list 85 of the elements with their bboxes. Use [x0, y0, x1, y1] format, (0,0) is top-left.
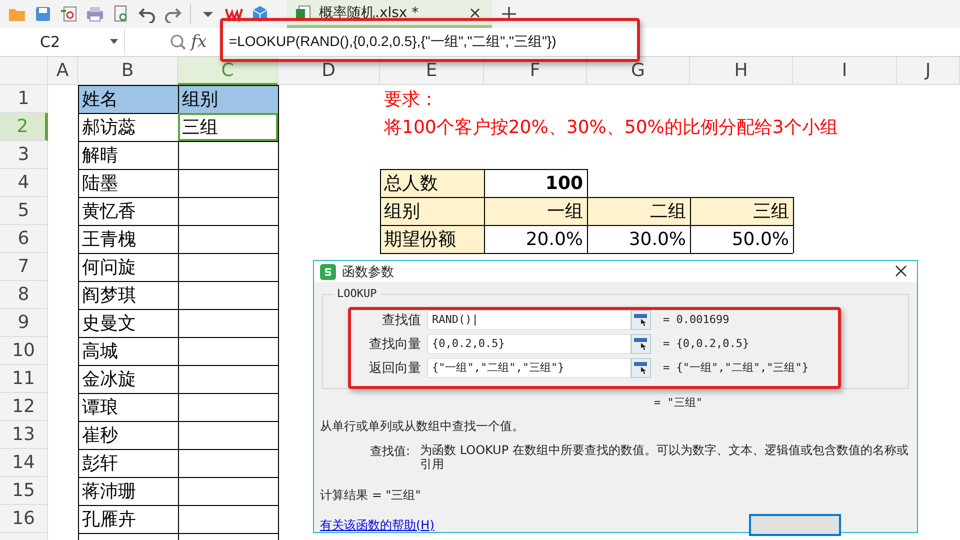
- print-icon[interactable]: [86, 5, 104, 23]
- row-header[interactable]: 5: [0, 197, 48, 225]
- dialog-button[interactable]: [749, 514, 841, 536]
- range-select-icon: [634, 362, 648, 374]
- argument-label: 查找值: [381, 312, 422, 328]
- column-header[interactable]: G: [587, 57, 690, 85]
- help-link[interactable]: 有关该函数的帮助(H): [320, 516, 434, 534]
- collapse-button[interactable]: [631, 358, 651, 378]
- row-header[interactable]: 3: [0, 141, 48, 169]
- column-header[interactable]: H: [690, 57, 793, 85]
- caret-icon: [110, 39, 118, 45]
- search-icon[interactable]: [169, 33, 187, 51]
- argument-field[interactable]: RAND()|: [427, 310, 631, 330]
- table-cell: 孔雁卉: [78, 505, 178, 533]
- app-logo-icon: [320, 264, 336, 280]
- row-header[interactable]: 6: [0, 225, 48, 253]
- table-cell: 彭轩: [78, 449, 178, 477]
- argument-help-label: 查找值:: [370, 443, 410, 460]
- table-cell: 30.0%: [587, 225, 690, 253]
- function-description: 从单行或单列或从数组中查找一个值。: [320, 418, 525, 435]
- note-text: 要求：: [383, 88, 439, 112]
- argument-field[interactable]: {0,0.2,0.5}: [427, 334, 631, 354]
- table-cell: 谭琅: [78, 393, 178, 421]
- range-select-icon: [634, 338, 648, 350]
- column-header[interactable]: J: [897, 57, 960, 85]
- table-cell: 郝访蕊: [78, 113, 178, 141]
- table-cell: 总人数: [380, 169, 484, 197]
- table-cell: 高城: [78, 337, 178, 365]
- collapse-button[interactable]: [631, 334, 651, 354]
- table-cell: 王青槐: [78, 225, 178, 253]
- calculation-result: 计算结果 = "三组": [320, 487, 422, 504]
- table-cell: 金冰旋: [78, 365, 178, 393]
- note-text: 将100个客户按20%、30%、50%的比例分配给3个小组: [383, 116, 839, 140]
- function-label[interactable]: fx: [191, 32, 207, 52]
- argument-help-text: 为函数 LOOKUP 在数组中所要查找的数值。可以为数字、文本、逻辑值或包含数值的名称或引用: [420, 443, 910, 471]
- table-cell: 一组: [484, 197, 587, 225]
- column-header[interactable]: I: [793, 57, 897, 85]
- table-cell: 黄忆香: [78, 197, 178, 225]
- table-cell: 何问旋: [78, 253, 178, 281]
- row-header[interactable]: 7: [0, 253, 48, 281]
- row-header[interactable]: 9: [0, 309, 48, 337]
- argument-result: = 0.001699: [663, 313, 730, 326]
- table-cell: 期望份额: [380, 225, 484, 253]
- export-icon[interactable]: [60, 5, 78, 23]
- table-cell: 100: [484, 169, 587, 197]
- table-cell: 史曼文: [78, 309, 178, 337]
- dialog-title: 函数参数: [342, 264, 395, 280]
- table-cell: 20.0%: [484, 225, 587, 253]
- table-cell: 组别: [178, 85, 278, 113]
- formula-result: = "三组": [654, 395, 702, 410]
- close-icon: [895, 265, 907, 277]
- row-header[interactable]: 15: [0, 477, 48, 505]
- table-cell: 陆墨: [78, 169, 178, 197]
- row-header[interactable]: 8: [0, 281, 48, 309]
- row-header[interactable]: 10: [0, 337, 48, 365]
- range-select-icon: [634, 314, 648, 326]
- row-header[interactable]: 12: [0, 393, 48, 421]
- argument-result: = {0,0.2,0.5}: [663, 337, 750, 350]
- collapse-button[interactable]: [631, 310, 651, 330]
- row-header[interactable]: 14: [0, 449, 48, 477]
- table-cell: 蒋沛珊: [78, 477, 178, 505]
- table-cell: 三组: [178, 113, 278, 141]
- column-header[interactable]: A: [48, 57, 78, 85]
- column-header[interactable]: B: [78, 57, 178, 85]
- row-header[interactable]: 4: [0, 169, 48, 197]
- table-cell: 三组: [690, 197, 793, 225]
- table-cell: 阎梦琪: [78, 281, 178, 309]
- row-header[interactable]: 11: [0, 365, 48, 393]
- argument-label: 返回向量: [368, 360, 422, 376]
- name-box[interactable]: C2: [0, 29, 125, 55]
- argument-field[interactable]: {"一组","二组","三组"}: [427, 358, 631, 378]
- table-cell: 二组: [587, 197, 690, 225]
- argument-label: 查找向量: [368, 336, 422, 352]
- table-cell: 崔秒: [78, 421, 178, 449]
- formula-input[interactable]: =LOOKUP(RAND(),{0,0.2,0.5},{"一组","二组","三组"}): [212, 29, 960, 55]
- table-cell: 解晴: [78, 141, 178, 169]
- group-title: LOOKUP: [333, 287, 381, 300]
- argument-result: = {"一组","二组","三组"}: [663, 360, 808, 375]
- row-header[interactable]: 16: [0, 505, 48, 533]
- row-header[interactable]: 1: [0, 85, 48, 113]
- table-cell: 50.0%: [690, 225, 793, 253]
- save-icon[interactable]: [34, 5, 52, 23]
- row-header[interactable]: 13: [0, 421, 48, 449]
- table-cell: 姓名: [78, 85, 178, 113]
- table-cell: 组别: [380, 197, 484, 225]
